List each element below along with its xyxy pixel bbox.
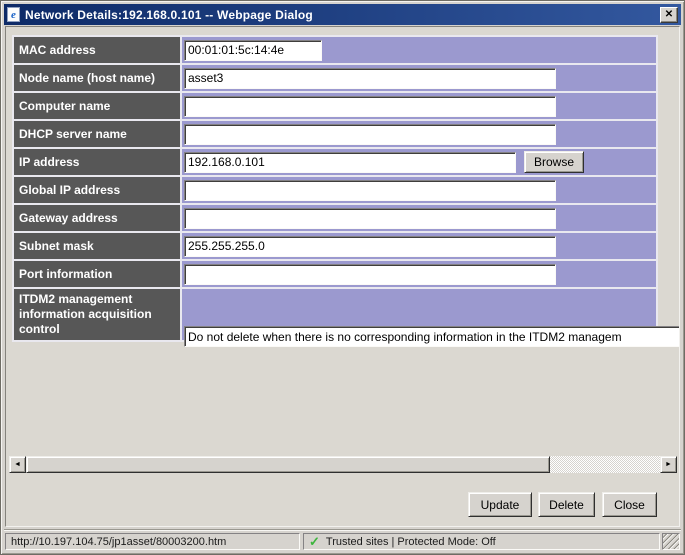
scroll-right-icon[interactable]: ► — [660, 456, 677, 473]
horizontal-scrollbar[interactable]: ◄ ► — [9, 456, 677, 473]
gateway-address-field[interactable] — [184, 207, 556, 229]
table-row: Computer name — [14, 93, 656, 119]
close-button[interactable]: Close — [602, 492, 657, 517]
browse-button[interactable]: Browse — [524, 151, 584, 173]
table-row: IP address Browse — [14, 149, 656, 175]
window-title: Network Details:192.168.0.101 -- Webpage… — [25, 7, 313, 22]
row-label-subnet-mask: Subnet mask — [14, 233, 180, 259]
ie-page-icon: e — [7, 7, 20, 22]
table-row: Subnet mask — [14, 233, 656, 259]
table-row: Global IP address — [14, 177, 656, 203]
status-url-pane: http://10.197.104.75/jp1asset/80003200.h… — [5, 533, 300, 550]
trusted-check-icon: ✓ — [309, 533, 320, 549]
row-label-port-information: Port information — [14, 261, 180, 287]
status-url: http://10.197.104.75/jp1asset/80003200.h… — [11, 535, 227, 548]
close-icon[interactable]: ✕ — [660, 6, 678, 23]
status-zone-text: Trusted sites | Protected Mode: Off — [325, 535, 496, 548]
table-row: Port information — [14, 261, 656, 287]
dialog-content-area: MAC address Node name (host name) Comput… — [5, 26, 680, 527]
update-button[interactable]: Update — [468, 492, 532, 517]
node-name-field[interactable] — [184, 67, 556, 89]
port-information-field[interactable] — [184, 263, 556, 285]
status-zone-pane: ✓ Trusted sites | Protected Mode: Off — [303, 533, 660, 550]
table-row: Gateway address — [14, 205, 656, 231]
table-row: DHCP server name — [14, 121, 656, 147]
row-label-dhcp-server-name: DHCP server name — [14, 121, 180, 147]
mac-address-field[interactable] — [184, 39, 322, 61]
table-row: Node name (host name) — [14, 65, 656, 91]
webpage-dialog-window: e Network Details:192.168.0.101 -- Webpa… — [0, 0, 685, 555]
resize-grip[interactable] — [662, 533, 680, 550]
row-label-itdm2-control: ITDM2 management information acquisition… — [14, 289, 180, 340]
title-bar[interactable]: e Network Details:192.168.0.101 -- Webpa… — [4, 4, 681, 25]
subnet-mask-field[interactable] — [184, 235, 556, 257]
row-label-global-ip-address: Global IP address — [14, 177, 180, 203]
scrollbar-thumb[interactable] — [26, 456, 550, 473]
delete-button[interactable]: Delete — [538, 492, 595, 517]
global-ip-address-field[interactable] — [184, 179, 556, 201]
scroll-left-icon[interactable]: ◄ — [9, 456, 26, 473]
computer-name-field[interactable] — [184, 95, 556, 117]
row-label-node-name: Node name (host name) — [14, 65, 180, 91]
itdm2-control-field[interactable] — [184, 326, 679, 347]
ip-address-field[interactable] — [184, 151, 516, 173]
table-row: MAC address — [14, 37, 656, 63]
row-label-ip-address: IP address — [14, 149, 180, 175]
row-label-gateway-address: Gateway address — [14, 205, 180, 231]
dhcp-server-name-field[interactable] — [184, 123, 556, 145]
status-bar: http://10.197.104.75/jp1asset/80003200.h… — [4, 529, 681, 551]
row-label-mac-address: MAC address — [14, 37, 180, 63]
network-details-table: MAC address Node name (host name) Comput… — [12, 35, 658, 342]
row-label-computer-name: Computer name — [14, 93, 180, 119]
